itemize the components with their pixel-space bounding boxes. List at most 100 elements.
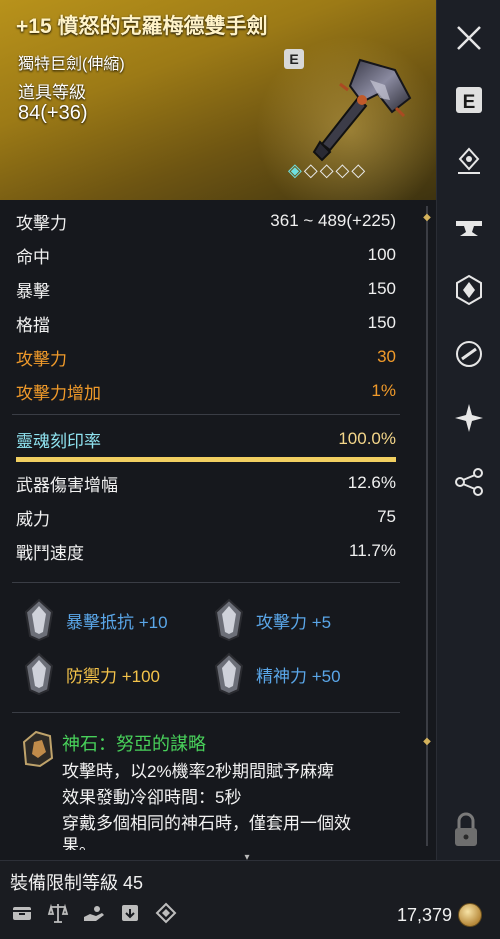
item-tooltip: +15 憤怒的克羅梅德雙手劍 獨特巨劍(伸縮) E 道具等級 84(+36) ◈… (0, 0, 500, 939)
scroll-up-indicator-icon[interactable]: ◆ (423, 212, 431, 236)
godstone-title: 神石：努亞的謀略 (62, 734, 206, 754)
hexagon-gem-icon (456, 274, 482, 306)
action-sidebar: E (436, 0, 500, 860)
soul-imprint-bar (16, 457, 396, 462)
soul-imprint-row: 靈魂刻印率 100.0% (16, 424, 396, 454)
stat-value: 75 (377, 507, 396, 526)
enchant-star-icon: ◇ (335, 160, 352, 180)
stat-label: 命中 (16, 247, 50, 267)
stat-row: 攻擊力 361 ~ 489(+225) (16, 206, 396, 236)
share-icon (455, 468, 483, 496)
warehouse-icon (13, 907, 31, 920)
link-ring-icon (456, 341, 482, 367)
stat-value: 11.7% (349, 541, 396, 560)
svg-text:E: E (463, 92, 476, 113)
stat-label: 武器傷害增幅 (16, 475, 118, 495)
lock-icon[interactable] (450, 810, 482, 850)
share-button[interactable] (449, 462, 489, 502)
sell-price-value: 17,379 (396, 904, 452, 925)
godstone-desc-line: 攻擊時，以2%機率2秒期間賦予麻痺 (62, 762, 335, 781)
scrollbar-track (426, 206, 428, 846)
trade-restriction-icons (10, 901, 178, 925)
weapon-stat-row: 戰鬥速度 11.7% (16, 536, 396, 566)
manastone-icon (214, 652, 244, 696)
divider (12, 712, 400, 713)
stat-label: 戰鬥速度 (16, 543, 84, 563)
stat-row: 暴擊 150 (16, 274, 396, 304)
manastone-slot[interactable]: 攻擊力 +5 (212, 598, 331, 642)
stat-value: 150 (367, 279, 396, 298)
stat-value: 100 (367, 245, 396, 264)
locate-button[interactable] (449, 142, 489, 182)
divider (12, 582, 400, 583)
stat-label: 攻擊力增加 (16, 383, 101, 403)
stat-label: 格擋 (16, 315, 50, 335)
stat-label: 攻擊力 (16, 213, 67, 233)
transform-button[interactable] (449, 334, 489, 374)
skin-button[interactable] (449, 270, 489, 310)
enchant-star-icon: ◇ (303, 160, 320, 180)
enhance-button[interactable] (449, 208, 489, 248)
item-level: 84(+36) (18, 102, 88, 124)
enchant-star-icon: ◈ (288, 160, 304, 180)
anvil-icon (456, 221, 482, 236)
item-level-label: 道具等級 (18, 83, 86, 102)
manastone-text: 防禦力 +100 (66, 666, 161, 686)
godstone-desc-line: 穿戴多個相同的神石時，僅套用一個效 (62, 814, 351, 833)
enchant-icon (155, 902, 177, 924)
godstone-icon (22, 730, 54, 768)
manastone-text: 精神力 +50 (256, 666, 341, 686)
stat-value: 12.6% (347, 473, 396, 492)
bonus-stat-row: 攻擊力增加 1% (16, 376, 396, 406)
stat-row: 格擋 150 (16, 308, 396, 338)
map-pin-icon (458, 147, 480, 174)
manastone-text: 暴擊抵抗 +10 (66, 612, 168, 632)
bonus-stat-row: 攻擊力 30 (16, 342, 396, 372)
stat-value: 1% (371, 381, 396, 400)
manastone-icon (24, 598, 54, 642)
stat-value: 361 ~ 489(+225) (270, 211, 396, 230)
soul-imprint-value: 100.0% (338, 429, 396, 448)
godstone-desc-line: 果。 (62, 836, 96, 850)
stat-label: 暴擊 (16, 281, 50, 301)
kinah-coin-icon (458, 903, 482, 927)
scales-icon (47, 903, 69, 923)
divider (12, 414, 400, 415)
enchant-stars: ◈◇◇◇◇ (288, 160, 367, 181)
close-button[interactable] (449, 18, 489, 58)
sell-price: 17,379 (397, 903, 482, 927)
greatsword-icon (312, 58, 412, 162)
item-header: +15 憤怒的克羅梅德雙手劍 獨特巨劍(伸縮) E 道具等級 84(+36) ◈… (0, 0, 436, 200)
stat-value: 150 (367, 313, 396, 332)
manastone-icon (214, 598, 244, 642)
item-type: 獨特巨劍(伸縮) (18, 56, 125, 73)
fuse-button[interactable] (449, 398, 489, 438)
item-name: +15 憤怒的克羅梅德雙手劍 (16, 15, 268, 38)
manastone-slot[interactable]: 防禦力 +100 (22, 652, 160, 696)
weapon-stat-row: 威力 75 (16, 502, 396, 532)
manastone-slot[interactable]: 暴擊抵抗 +10 (22, 598, 168, 642)
manastone-text: 攻擊力 +5 (256, 612, 332, 632)
scroll-down-indicator-icon[interactable]: ◆ (423, 736, 431, 750)
stat-row: 命中 100 (16, 240, 396, 270)
close-icon (457, 26, 481, 50)
enchant-star-icon: ◇ (319, 160, 336, 180)
scrollbar[interactable]: ◆ ◆ (421, 206, 433, 846)
required-level: 裝備限制等級 45 (10, 873, 144, 893)
sparkle-icon (455, 404, 483, 432)
weapon-stat-row: 武器傷害增幅 12.6% (16, 468, 396, 498)
stat-value: 30 (377, 347, 396, 366)
equip-button[interactable]: E (449, 80, 489, 120)
extract-icon (122, 905, 138, 921)
manastone-icon (24, 652, 54, 696)
godstone-desc-line: 效果發動冷卻時間：5秒 (62, 788, 242, 807)
stat-label: 攻擊力 (16, 349, 67, 369)
manastone-slot[interactable]: 精神力 +50 (212, 652, 341, 696)
enchant-star-icon: ◇ (351, 160, 368, 180)
tooltip-footer: 裝備限制等級 45 17,379 (0, 860, 500, 939)
soul-imprint-bar-fill (16, 457, 396, 462)
e-key-icon: E (456, 87, 482, 113)
stat-label: 威力 (16, 509, 50, 529)
soul-imprint-label: 靈魂刻印率 (16, 431, 101, 451)
trade-hand-icon (84, 906, 104, 921)
